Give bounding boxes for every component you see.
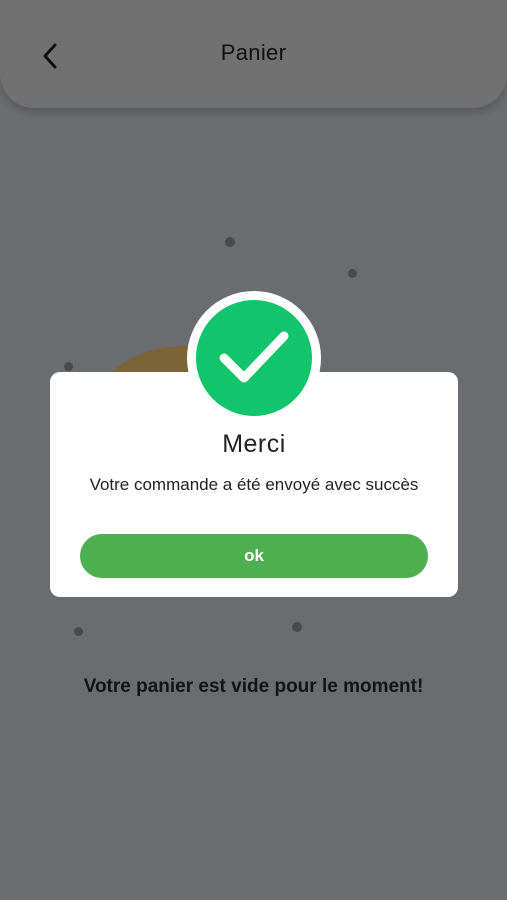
success-badge xyxy=(187,291,321,425)
decorative-dot xyxy=(292,622,302,632)
app-header: Panier xyxy=(0,0,507,108)
ok-button[interactable]: ok xyxy=(80,534,428,578)
success-badge-circle xyxy=(196,300,312,416)
dialog-message: Votre commande a été envoyé avec succès xyxy=(89,475,419,494)
empty-cart-message: Votre panier est vide pour le moment! xyxy=(83,676,424,697)
check-icon xyxy=(219,331,289,383)
decorative-dot xyxy=(348,269,357,278)
decorative-dot xyxy=(225,237,235,247)
page-title: Panier xyxy=(220,40,287,65)
decorative-dot xyxy=(64,362,73,371)
dialog-title: Merci xyxy=(222,430,286,458)
decorative-dot xyxy=(74,627,83,636)
cart-screen: Panier Votre panier est vide pour le mom… xyxy=(0,0,507,900)
